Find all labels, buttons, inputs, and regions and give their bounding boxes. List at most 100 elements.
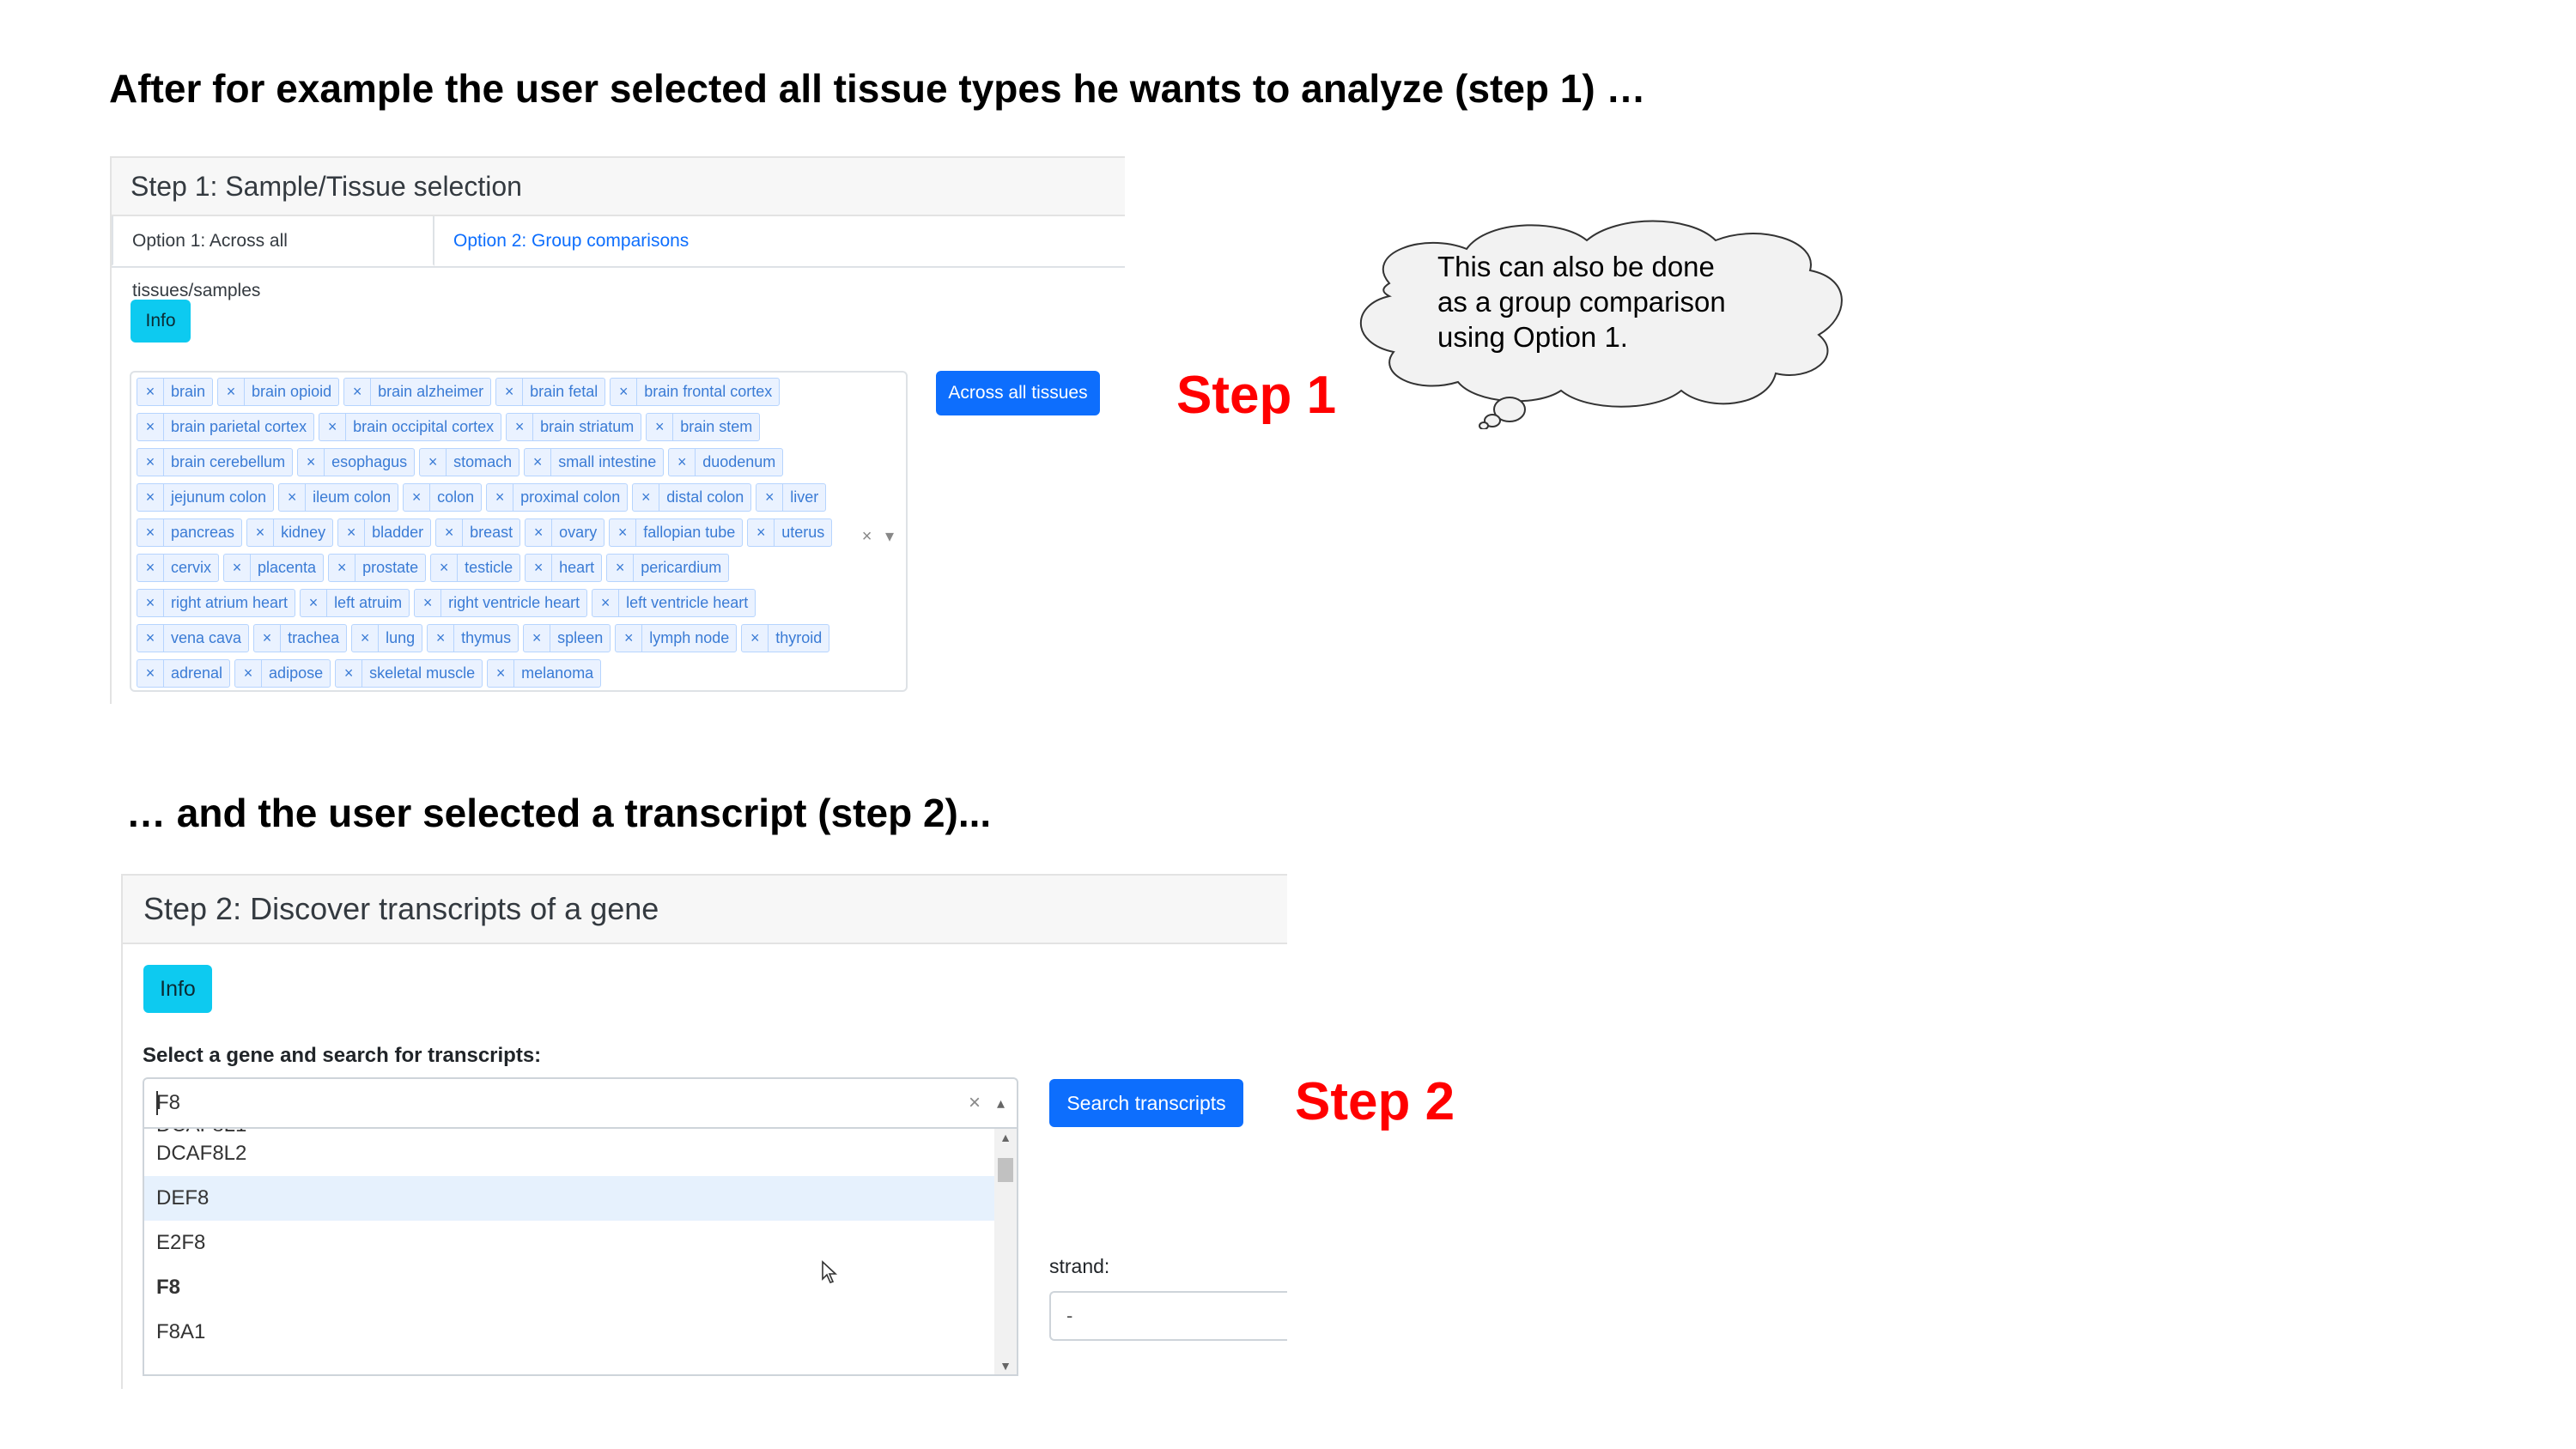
remove-chip-icon[interactable]: ×	[496, 379, 524, 405]
tissue-chip[interactable]: × brain opioid	[217, 378, 340, 406]
tissue-chip[interactable]: × left ventricle heart	[592, 589, 756, 617]
search-transcripts-button[interactable]: Search transcripts	[1049, 1079, 1243, 1127]
scroll-down-icon[interactable]: ▼	[994, 1359, 1017, 1373]
tissue-chip[interactable]: × pancreas	[137, 518, 243, 547]
remove-chip-icon[interactable]: ×	[610, 519, 637, 546]
remove-chip-icon[interactable]: ×	[592, 590, 620, 616]
tissue-chip[interactable]: × spleen	[523, 624, 611, 652]
tissue-chip[interactable]: × esophagus	[297, 448, 416, 476]
remove-chip-icon[interactable]: ×	[524, 625, 551, 652]
remove-chip-icon[interactable]: ×	[420, 449, 447, 476]
remove-chip-icon[interactable]: ×	[431, 555, 459, 581]
tissue-multiselect[interactable]: × brain × brain opioid × brain alzheimer × brai…	[130, 371, 908, 692]
tissue-chip[interactable]: × brain alzheimer	[343, 378, 492, 406]
tissue-chip[interactable]: × brain stem	[646, 413, 761, 441]
dropdown-option-highlighted[interactable]: DEF8	[144, 1176, 996, 1221]
remove-chip-icon[interactable]: ×	[137, 484, 164, 511]
info-button-step2[interactable]: Info	[143, 965, 212, 1013]
tissue-chip[interactable]: × right atrium heart	[137, 589, 296, 617]
tab-option2[interactable]: Option 2: Group comparisons	[434, 216, 708, 266]
scroll-up-icon[interactable]: ▲	[994, 1131, 1017, 1144]
info-button[interactable]: Info	[131, 300, 191, 343]
tissue-chip[interactable]: × vena cava	[137, 624, 250, 652]
tissue-chip[interactable]: × thyroid	[741, 624, 830, 652]
remove-chip-icon[interactable]: ×	[279, 484, 307, 511]
dropdown-option-selected[interactable]: F8	[144, 1265, 996, 1310]
remove-chip-icon[interactable]: ×	[137, 414, 164, 440]
remove-chip-icon[interactable]: ×	[301, 590, 328, 616]
tissue-chip[interactable]: × ovary	[525, 518, 605, 547]
tissue-chip[interactable]: × lymph node	[615, 624, 738, 652]
remove-chip-icon[interactable]: ×	[218, 379, 246, 405]
tissue-chip[interactable]: × lung	[351, 624, 423, 652]
remove-chip-icon[interactable]: ×	[526, 519, 553, 546]
remove-chip-icon[interactable]: ×	[137, 590, 164, 616]
tissue-chip[interactable]: × breast	[435, 518, 521, 547]
remove-chip-icon[interactable]: ×	[488, 660, 515, 687]
tissue-chip[interactable]: × adipose	[234, 659, 331, 688]
remove-chip-icon[interactable]: ×	[669, 449, 696, 476]
gene-search-input[interactable]: F8 × ▴	[143, 1077, 1018, 1127]
across-all-tissues-button[interactable]: Across all tissues	[936, 371, 1100, 415]
tissue-chip[interactable]: × testicle	[430, 554, 521, 582]
remove-chip-icon[interactable]: ×	[428, 625, 455, 652]
remove-chip-icon[interactable]: ×	[607, 555, 635, 581]
tissue-chip[interactable]: × liver	[756, 483, 827, 512]
tissue-chip[interactable]: × brain cerebellum	[137, 448, 294, 476]
tissue-chip[interactable]: × prostate	[328, 554, 427, 582]
tissue-chip[interactable]: × fallopian tube	[609, 518, 744, 547]
remove-chip-icon[interactable]: ×	[742, 625, 769, 652]
dropdown-option[interactable]: F8A1	[144, 1310, 996, 1355]
remove-chip-icon[interactable]: ×	[137, 449, 164, 476]
strand-field[interactable]: -	[1049, 1291, 1287, 1341]
tissue-chip[interactable]: × brain	[137, 378, 214, 406]
remove-chip-icon[interactable]: ×	[415, 590, 442, 616]
remove-chip-icon[interactable]: ×	[224, 555, 252, 581]
tissue-chip[interactable]: × brain fetal	[495, 378, 606, 406]
tissue-chip[interactable]: × proximal colon	[486, 483, 629, 512]
remove-chip-icon[interactable]: ×	[611, 379, 638, 405]
tissue-chip[interactable]: × bladder	[337, 518, 432, 547]
remove-chip-icon[interactable]: ×	[756, 484, 784, 511]
remove-chip-icon[interactable]: ×	[616, 625, 643, 652]
remove-chip-icon[interactable]: ×	[137, 519, 164, 546]
remove-chip-icon[interactable]: ×	[748, 519, 775, 546]
tissue-chip[interactable]: × brain occipital cortex	[319, 413, 502, 441]
remove-chip-icon[interactable]: ×	[247, 519, 275, 546]
tissue-chip[interactable]: × placenta	[223, 554, 325, 582]
scrollbar-thumb[interactable]	[998, 1158, 1013, 1182]
remove-chip-icon[interactable]: ×	[647, 414, 674, 440]
remove-chip-icon[interactable]: ×	[298, 449, 325, 476]
tissue-chip[interactable]: × brain frontal cortex	[610, 378, 781, 406]
remove-chip-icon[interactable]: ×	[633, 484, 660, 511]
tissue-chip[interactable]: × duodenum	[668, 448, 784, 476]
remove-chip-icon[interactable]: ×	[137, 555, 164, 581]
tissue-chip[interactable]: × thymus	[427, 624, 519, 652]
remove-chip-icon[interactable]: ×	[235, 660, 263, 687]
tissue-chip[interactable]: × heart	[525, 554, 603, 582]
remove-chip-icon[interactable]: ×	[507, 414, 534, 440]
tissue-chip[interactable]: × jejunum colon	[137, 483, 275, 512]
tissue-chip[interactable]: × melanoma	[487, 659, 602, 688]
remove-chip-icon[interactable]: ×	[254, 625, 282, 652]
tissue-chip[interactable]: × ileum colon	[278, 483, 399, 512]
tissue-chip[interactable]: × small intestine	[524, 448, 665, 476]
dropdown-option[interactable]: E2F8	[144, 1221, 996, 1265]
tissue-chip[interactable]: × colon	[403, 483, 483, 512]
remove-chip-icon[interactable]: ×	[336, 660, 363, 687]
tissue-chip[interactable]: × pericardium	[606, 554, 730, 582]
remove-chip-icon[interactable]: ×	[137, 660, 164, 687]
tissue-chip[interactable]: × right ventricle heart	[414, 589, 588, 617]
tissue-chip[interactable]: × distal colon	[632, 483, 752, 512]
remove-chip-icon[interactable]: ×	[404, 484, 431, 511]
chevron-up-icon[interactable]: ▴	[997, 1079, 1005, 1127]
remove-chip-icon[interactable]: ×	[338, 519, 366, 546]
dropdown-option[interactable]: DCAF8L2	[144, 1131, 996, 1176]
remove-chip-icon[interactable]: ×	[137, 379, 164, 405]
tab-option1[interactable]: Option 1: Across all tissues/samples	[112, 216, 434, 300]
tissue-chip[interactable]: × kidney	[246, 518, 334, 547]
tissue-chip[interactable]: × left atruim	[300, 589, 410, 617]
remove-chip-icon[interactable]: ×	[436, 519, 464, 546]
remove-chip-icon[interactable]: ×	[487, 484, 514, 511]
remove-chip-icon[interactable]: ×	[319, 414, 347, 440]
